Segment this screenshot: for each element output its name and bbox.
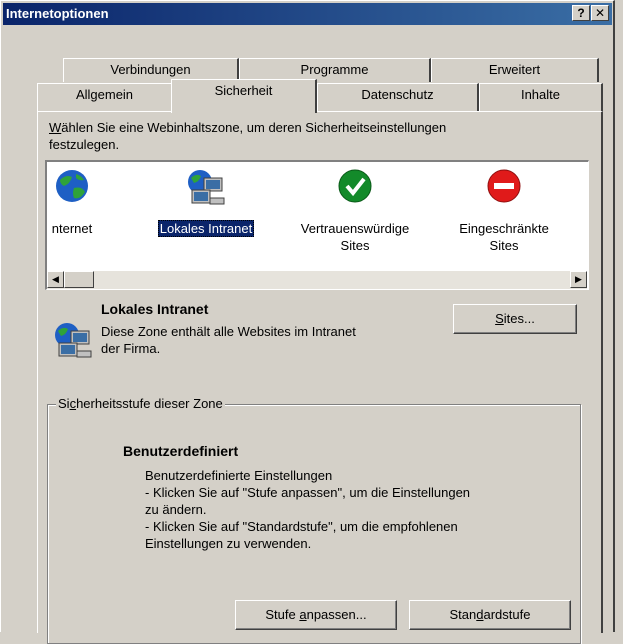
intranet-computers-icon xyxy=(55,323,92,358)
zone-restricted-sites[interactable]: Eingeschränkte Sites xyxy=(439,162,569,262)
globe-icon xyxy=(56,170,88,202)
tab-sicherheit[interactable]: Sicherheit xyxy=(171,79,317,113)
tab-datenschutz[interactable]: Datenschutz xyxy=(317,83,479,111)
security-level-title: Benutzerdefiniert xyxy=(123,443,239,459)
close-button[interactable]: ✕ xyxy=(591,5,609,21)
intranet-computers-icon xyxy=(188,170,225,205)
zone-internet[interactable]: nternet xyxy=(47,162,137,262)
internet-options-dialog: Internetoptionen ? ✕ Verbindungen Progra… xyxy=(0,0,615,644)
scroll-right-arrow-icon[interactable]: ▶ xyxy=(570,271,587,288)
tab-erweitert[interactable]: Erweitert xyxy=(431,58,599,82)
zone-local-intranet[interactable]: Lokales Intranet xyxy=(141,162,271,262)
scroll-thumb[interactable] xyxy=(64,271,94,288)
scroll-left-arrow-icon[interactable]: ◀ xyxy=(47,271,64,288)
zone-list[interactable]: nternet Lokales Intranet Vertrauenswürdi… xyxy=(45,160,589,290)
zone-list-scrollbar[interactable]: ◀ ▶ xyxy=(47,271,587,289)
sites-button[interactable]: Sites... xyxy=(453,304,577,334)
checkmark-icon xyxy=(338,169,372,203)
tab-inhalte[interactable]: Inhalte xyxy=(479,83,603,111)
tab-allgemein[interactable]: Allgemein xyxy=(37,83,173,111)
title-bar[interactable]: Internetoptionen ? ✕ xyxy=(3,3,612,25)
no-entry-icon xyxy=(487,169,521,203)
security-level-legend: Sicherheitsstufe dieser Zone xyxy=(56,396,225,411)
window-title: Internetoptionen xyxy=(6,6,109,21)
selected-zone-description: Diese Zone enthält alle Websites im Intr… xyxy=(101,324,356,356)
selected-zone-title: Lokales Intranet xyxy=(101,301,209,317)
zone-instructions: Wählen Sie eine Webinhaltszone, um deren… xyxy=(49,120,447,152)
default-level-button[interactable]: Standardstufe xyxy=(409,600,571,630)
help-button[interactable]: ? xyxy=(572,5,590,21)
security-level-description: Benutzerdefinierte Einstellungen - Klick… xyxy=(145,468,471,551)
custom-level-button[interactable]: Stufe anpassen... xyxy=(235,600,397,630)
zone-trusted-sites[interactable]: Vertrauenswürdige Sites xyxy=(290,162,420,262)
